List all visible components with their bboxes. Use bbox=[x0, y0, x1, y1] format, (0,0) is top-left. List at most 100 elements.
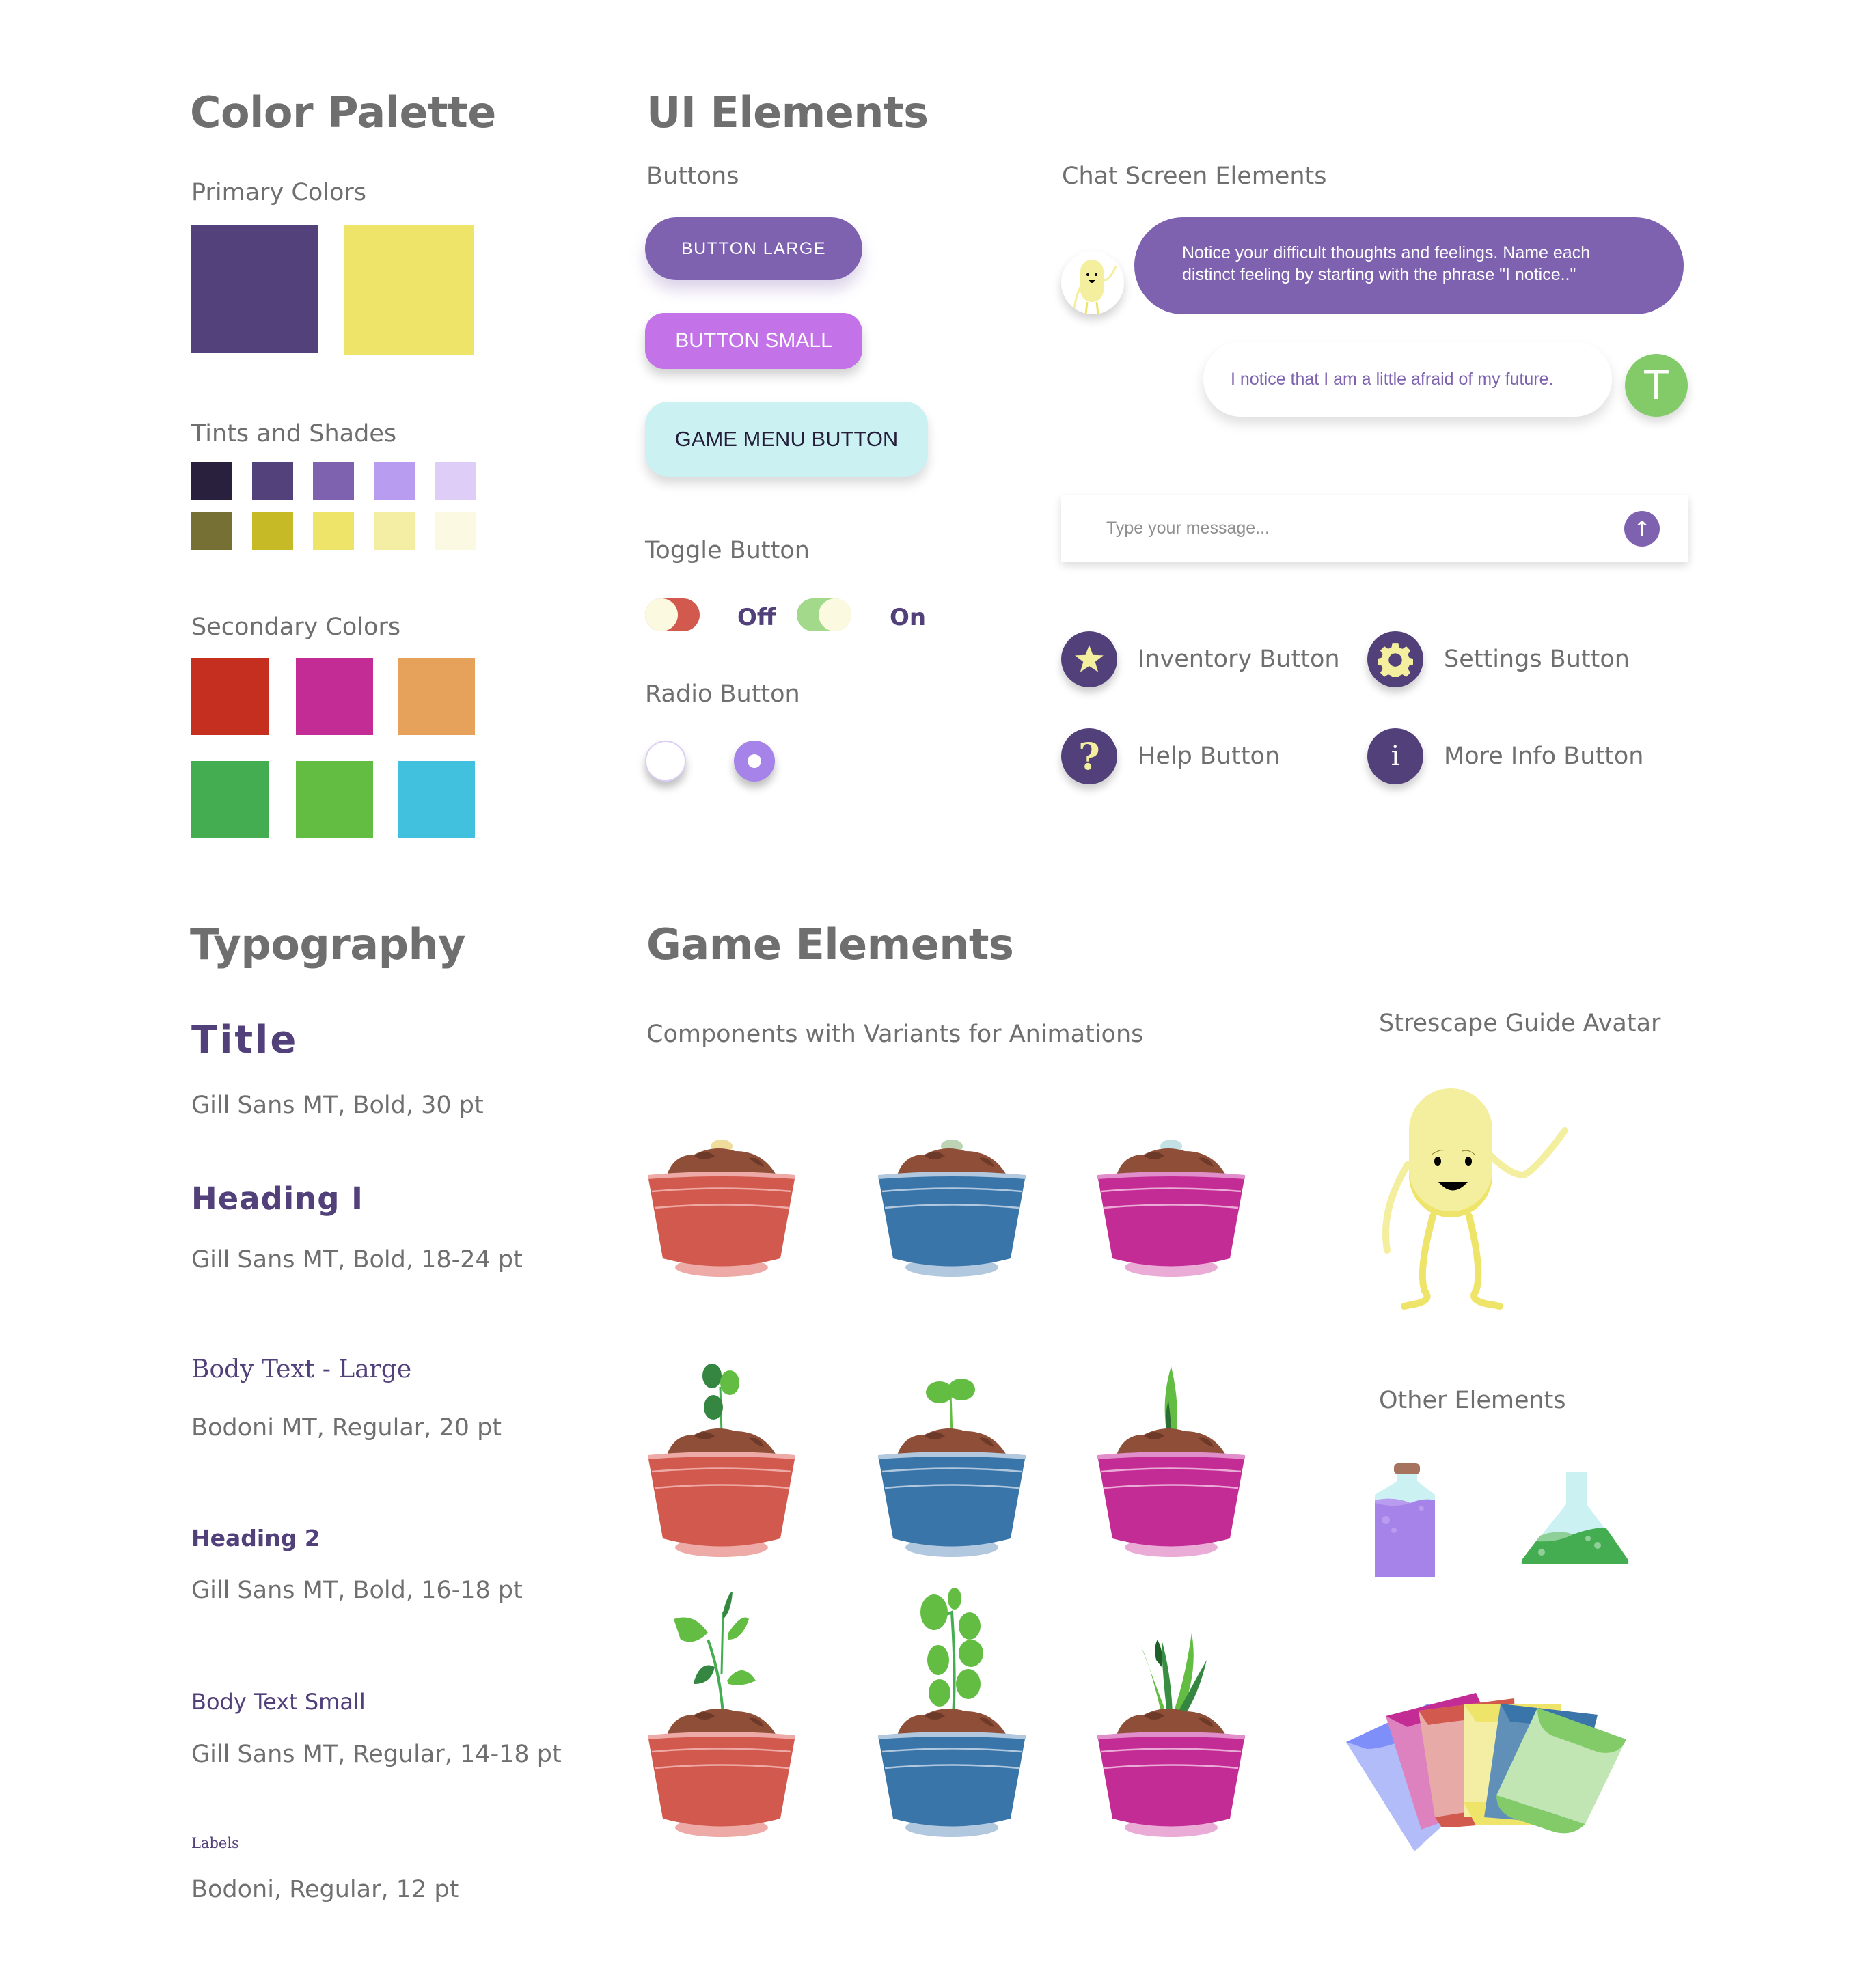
help-button-label: Help Button bbox=[1138, 743, 1281, 770]
secondary-swatch bbox=[398, 761, 475, 838]
settings-icon-circle bbox=[1367, 631, 1423, 687]
type-spec-labels: Bodoni, Regular, 12 pt bbox=[191, 1876, 459, 1903]
toggle-knob bbox=[819, 598, 851, 631]
inventory-button[interactable]: Inventory Button bbox=[1061, 631, 1340, 687]
more-info-button[interactable]: i More Info Button bbox=[1367, 728, 1644, 784]
arrow-up-icon: ↑ bbox=[1633, 516, 1651, 541]
gear-icon bbox=[1378, 643, 1413, 677]
avatar-eye bbox=[1465, 1157, 1472, 1166]
avatar-arm-right bbox=[1486, 1127, 1568, 1179]
secondary-swatch bbox=[398, 658, 475, 735]
avatar-leg-right bbox=[1466, 1213, 1503, 1310]
plant-pot bbox=[646, 1011, 797, 1291]
tints-shades-label: Tints and Shades bbox=[191, 420, 397, 447]
leaf bbox=[1162, 1640, 1173, 1715]
radio-button-label: Radio Button bbox=[645, 680, 800, 708]
primary-swatch bbox=[344, 225, 474, 355]
leaf bbox=[956, 1669, 981, 1699]
secondary-swatch bbox=[296, 761, 373, 838]
tint-swatch-purple bbox=[435, 462, 476, 500]
tint-swatch-yellow bbox=[313, 512, 354, 550]
leaf bbox=[728, 1617, 749, 1640]
avatar-arm-left bbox=[1382, 1161, 1411, 1254]
tint-swatch-purple bbox=[252, 462, 293, 500]
type-sample-heading2: Heading 2 bbox=[191, 1525, 320, 1551]
tint-swatch-yellow bbox=[374, 512, 415, 550]
plant-pot bbox=[646, 1571, 797, 1851]
send-button[interactable]: ↑ bbox=[1624, 511, 1660, 547]
tint-swatch-yellow bbox=[435, 512, 476, 550]
plant-pot bbox=[877, 1291, 1027, 1571]
chat-elements-label: Chat Screen Elements bbox=[1062, 163, 1327, 190]
tint-swatch-yellow bbox=[191, 512, 232, 550]
buttons-label: Buttons bbox=[646, 163, 739, 190]
tint-swatch-purple bbox=[313, 462, 354, 500]
question-icon: ? bbox=[1078, 734, 1100, 778]
type-sample-labels: Labels bbox=[191, 1835, 239, 1851]
plant-pot bbox=[877, 1011, 1027, 1291]
toggle-off-label: Off bbox=[737, 604, 776, 631]
bot-message-bubble: Notice your difficult thoughts and feeli… bbox=[1134, 217, 1684, 314]
leaf bbox=[720, 1370, 739, 1395]
type-spec-heading2: Gill Sans MT, Bold, 16-18 pt bbox=[191, 1577, 523, 1604]
leaf bbox=[727, 1670, 756, 1685]
game-elements-title: Game Elements bbox=[646, 920, 1014, 969]
type-sample-body-large: Body Text - Large bbox=[191, 1355, 412, 1383]
type-spec-body-large: Bodoni MT, Regular, 20 pt bbox=[191, 1414, 502, 1441]
radio-unselected[interactable] bbox=[645, 741, 686, 782]
tint-swatch-yellow bbox=[252, 512, 293, 550]
leaf bbox=[929, 1679, 950, 1707]
message-input[interactable] bbox=[1061, 495, 1688, 562]
button-small[interactable]: BUTTON SMALL bbox=[645, 313, 862, 369]
leaf bbox=[948, 1588, 961, 1610]
leaf bbox=[694, 1665, 715, 1684]
plant-pot bbox=[1096, 1291, 1246, 1571]
toggle-off[interactable] bbox=[645, 598, 700, 631]
leaf bbox=[927, 1645, 949, 1675]
chemistry-flask bbox=[1521, 1472, 1629, 1564]
inventory-button-label: Inventory Button bbox=[1138, 646, 1340, 673]
tint-swatch-purple bbox=[191, 462, 232, 500]
card-fan bbox=[1346, 1693, 1626, 1851]
leaf bbox=[948, 1379, 975, 1400]
leaf bbox=[920, 1594, 948, 1630]
help-icon-circle: ? bbox=[1061, 728, 1117, 784]
leaf bbox=[959, 1612, 981, 1640]
toggle-on-label: On bbox=[890, 604, 927, 631]
type-spec-title: Gill Sans MT, Bold, 30 pt bbox=[191, 1092, 484, 1119]
more-info-button-label: More Info Button bbox=[1444, 743, 1644, 770]
guide-avatar bbox=[1382, 1088, 1568, 1310]
inventory-icon-circle bbox=[1061, 631, 1117, 687]
type-sample-body-small: Body Text Small bbox=[191, 1689, 366, 1715]
bot-avatar bbox=[1061, 251, 1124, 314]
type-spec-heading1: Gill Sans MT, Bold, 18-24 pt bbox=[191, 1246, 523, 1273]
leaf bbox=[959, 1640, 983, 1667]
other-elements-label: Other Elements bbox=[1379, 1387, 1566, 1414]
ui-elements-title: UI Elements bbox=[646, 87, 929, 137]
button-large[interactable]: BUTTON LARGE bbox=[645, 217, 862, 280]
guide-avatar-icon bbox=[1072, 260, 1117, 314]
leaf bbox=[723, 1592, 733, 1619]
user-message-bubble: I notice that I am a little afraid of my… bbox=[1203, 342, 1612, 417]
toggle-on[interactable] bbox=[797, 598, 851, 631]
avatar-body bbox=[1409, 1088, 1492, 1211]
plant-pot bbox=[646, 1291, 797, 1571]
user-avatar: T bbox=[1625, 354, 1688, 417]
secondary-swatch bbox=[191, 761, 269, 838]
message-input-container: ↑ bbox=[1061, 495, 1688, 562]
secondary-colors-label: Secondary Colors bbox=[191, 613, 401, 641]
game-menu-button[interactable]: GAME MENU BUTTON bbox=[645, 402, 928, 477]
settings-button[interactable]: Settings Button bbox=[1367, 631, 1630, 687]
secondary-swatch bbox=[191, 658, 269, 735]
radio-dot bbox=[748, 754, 761, 768]
typography-title: Typography bbox=[190, 920, 466, 969]
type-sample-title: Title bbox=[191, 1018, 299, 1062]
leaf bbox=[704, 1395, 723, 1420]
primary-swatch bbox=[191, 225, 318, 353]
avatar-label: Strescape Guide Avatar bbox=[1379, 1010, 1661, 1037]
radio-selected[interactable] bbox=[734, 741, 775, 782]
star-icon bbox=[1075, 645, 1104, 672]
type-sample-heading1: Heading I bbox=[191, 1181, 364, 1217]
avatar-eye bbox=[1434, 1157, 1441, 1166]
help-button[interactable]: ? Help Button bbox=[1061, 728, 1280, 784]
